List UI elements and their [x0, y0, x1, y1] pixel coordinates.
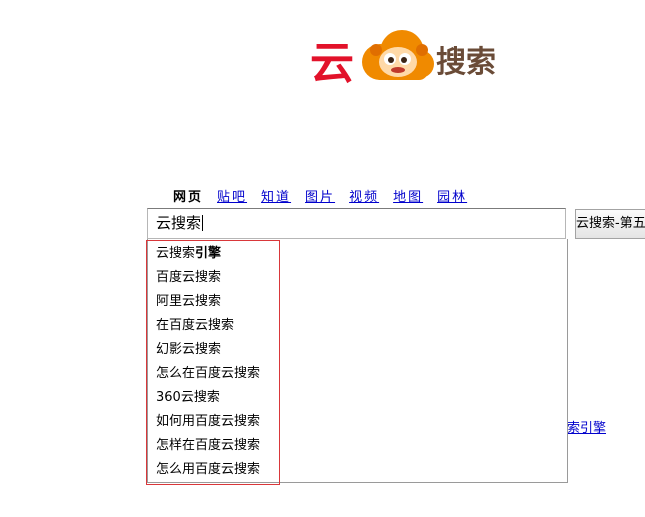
search-input[interactable]: 云搜索	[147, 208, 566, 239]
tab-zhidao[interactable]: 知道	[261, 186, 291, 205]
suggestion-dropdown: 云搜索引擎 百度云搜索 阿里云搜索 在百度云搜索 幻影云搜索 怎么在百度云搜索 …	[147, 239, 568, 483]
suggestion-item[interactable]: 怎么在百度云搜索	[156, 362, 260, 386]
tab-garden[interactable]: 园林	[437, 186, 467, 205]
suggestion-item[interactable]: 在百度云搜索	[156, 314, 260, 338]
suggestion-item[interactable]: 360云搜索	[156, 386, 260, 410]
suggestion-item[interactable]: 如何用百度云搜索	[156, 410, 260, 434]
tab-images[interactable]: 图片	[305, 186, 335, 205]
suggestion-item[interactable]: 阿里云搜索	[156, 290, 260, 314]
tab-map[interactable]: 地图	[393, 186, 423, 205]
logo-text-yun: 云	[310, 38, 354, 89]
logo-text-sousuo: 搜索	[436, 45, 496, 80]
background-link[interactable]: 搜索引擎	[566, 417, 606, 436]
suggestion-list: 云搜索引擎 百度云搜索 阿里云搜索 在百度云搜索 幻影云搜索 怎么在百度云搜索 …	[156, 242, 260, 482]
suggestion-item[interactable]: 百度云搜索	[156, 266, 260, 290]
tab-web[interactable]: 网页	[173, 186, 203, 205]
text-caret	[202, 215, 204, 231]
monkey-cloud-icon	[362, 30, 434, 80]
suggestion-item[interactable]: 怎么用百度云搜索	[156, 458, 260, 482]
search-input-value: 云搜索	[156, 214, 202, 232]
search-button[interactable]: 云搜索-第五	[575, 209, 645, 239]
suggestion-item[interactable]: 云搜索引擎	[156, 242, 260, 266]
logo[interactable]: 云 搜索	[310, 28, 510, 94]
suggestion-item[interactable]: 幻影云搜索	[156, 338, 260, 362]
tab-tieba[interactable]: 贴吧	[217, 186, 247, 205]
tab-video[interactable]: 视频	[349, 186, 379, 205]
suggestion-item[interactable]: 怎样在百度云搜索	[156, 434, 260, 458]
page: 云 搜索 网页 贴吧 知道 图片 视频 地图 园林 云搜索 云搜索-第五 索引擎…	[0, 0, 645, 517]
search-category-tabs: 网页 贴吧 知道 图片 视频 地图 园林	[173, 186, 481, 205]
